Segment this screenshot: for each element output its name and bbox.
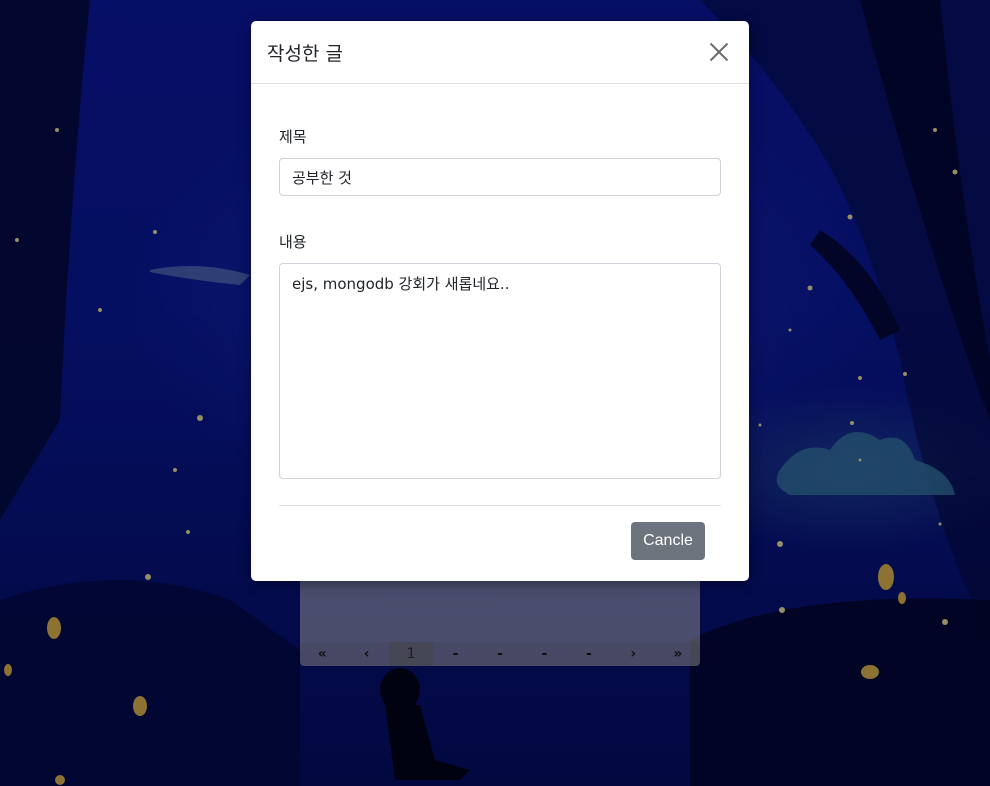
content-label: 내용 (279, 233, 307, 251)
title-input[interactable] (279, 158, 721, 196)
modal-footer: Cancle (279, 506, 721, 560)
cancel-button[interactable]: Cancle (631, 522, 705, 560)
content-field-group: 내용 ejs, mongodb 강회가 새롭네요.. (279, 231, 721, 483)
modal-header: 작성한 글 (251, 21, 749, 84)
title-field-group: 제목 (279, 126, 721, 196)
close-icon[interactable] (707, 40, 731, 64)
post-modal: 작성한 글 제목 내용 ejs, mongodb 강회가 새롭네요.. Canc… (251, 21, 749, 581)
modal-title: 작성한 글 (267, 42, 343, 65)
modal-body: 제목 내용 ejs, mongodb 강회가 새롭네요.. Cancle (251, 84, 749, 560)
title-label: 제목 (279, 128, 307, 146)
content-textarea[interactable]: ejs, mongodb 강회가 새롭네요.. (279, 263, 721, 479)
